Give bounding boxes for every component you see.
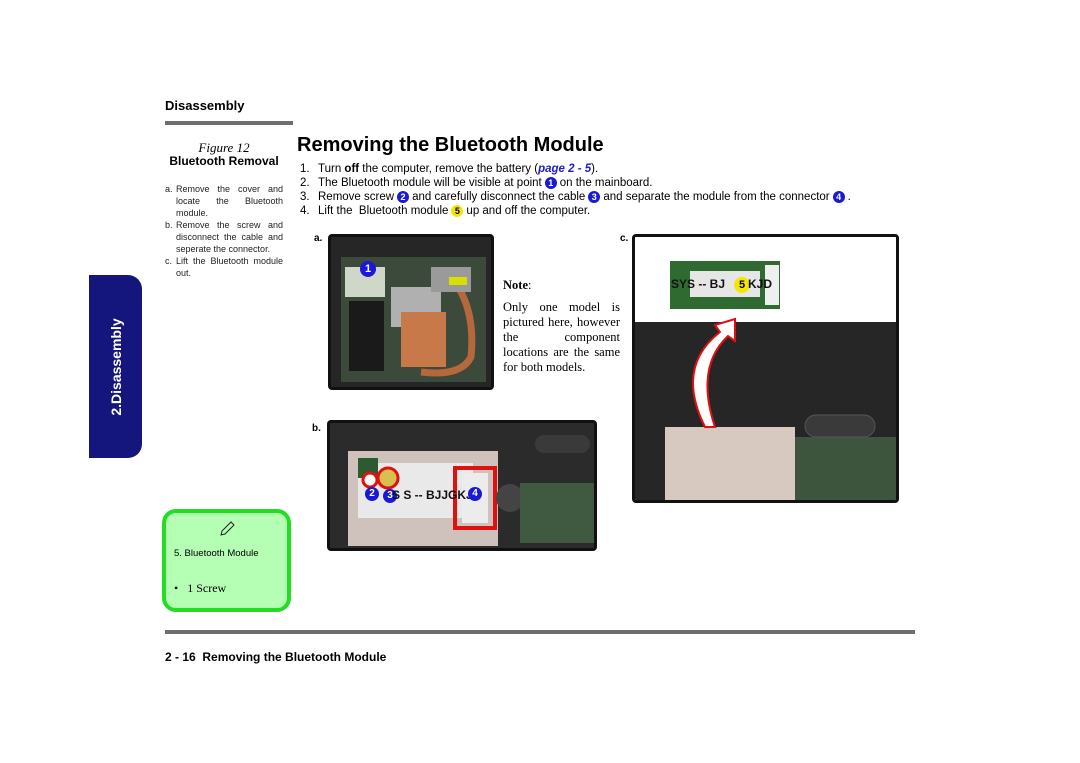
panel-c-label: c.: [620, 233, 629, 244]
callout-badge-2: 2: [365, 487, 379, 501]
module-label-text-suffix: KJD: [748, 277, 773, 291]
step-3: 3. Remove screw 2 and carefully disconnect…: [300, 191, 851, 203]
callout-badge-1: 1: [360, 261, 376, 277]
figure-step: b. Remove the screw and disconnect the ca…: [165, 220, 283, 254]
step-1: 1. Turn off the computer, remove the bat…: [300, 162, 599, 176]
step-4: 4. Lift the Bluetooth module 5 up and off …: [300, 205, 591, 217]
photo-panel-c: SYS -- BJ 5 KJD: [632, 234, 899, 503]
section-header: Disassembly: [165, 98, 245, 113]
figure-step: a. Remove the cover and locate the Blueto…: [165, 184, 283, 218]
parts-bullet: • 1 Screw: [174, 581, 227, 595]
panel-a-label: a.: [314, 233, 323, 244]
callout-badge-5: 5: [451, 205, 464, 217]
parts-item: 5. Bluetooth Module: [174, 548, 259, 559]
figure-step: c. Lift the Bluetooth module out.: [165, 256, 283, 278]
page-link[interactable]: page 2 - 5: [538, 162, 591, 176]
module-label-text: SYS -- BJ: [671, 277, 726, 291]
figure-title: Bluetooth Removal: [169, 154, 279, 168]
step-2: 2. The Bluetooth module will be visible …: [300, 177, 653, 189]
pencil-icon: [220, 521, 235, 536]
note-title: Note: [503, 278, 528, 292]
callout-badge-2: 2: [397, 191, 410, 203]
photo-panel-b: 2 3 S S -- BJJGKJD 4: [327, 420, 597, 551]
page-title: Removing the Bluetooth Module: [297, 134, 604, 156]
note-box: Note: Only one model is pictured here, h…: [503, 278, 620, 374]
callout-badge-1: 1: [544, 177, 557, 189]
procedure-steps: 1. Turn off the computer, remove the bat…: [300, 162, 851, 218]
footer-divider: [165, 630, 915, 634]
callout-badge-4: 4: [832, 191, 845, 203]
photo-panel-a: 1: [328, 234, 494, 390]
panel-b-label: b.: [312, 423, 321, 434]
callout-badge-4: 4: [468, 487, 482, 501]
chapter-tab[interactable]: 2.Disassembly: [89, 275, 142, 458]
note-body: Only one model is pictured here, however…: [503, 300, 620, 374]
parts-box: 5. Bluetooth Module • 1 Screw: [162, 509, 291, 612]
mainboard-photo: [331, 237, 491, 387]
figure-steps: a. Remove the cover and locate the Blueto…: [165, 183, 283, 279]
footer-page-label: 2 - 16 Removing the Bluetooth Module: [165, 650, 387, 664]
chapter-tab-label: 2.Disassembly: [107, 317, 124, 416]
callout-badge-3: 3: [588, 191, 601, 203]
module-in-bay-photo: [330, 423, 594, 548]
header-divider: [165, 121, 293, 125]
